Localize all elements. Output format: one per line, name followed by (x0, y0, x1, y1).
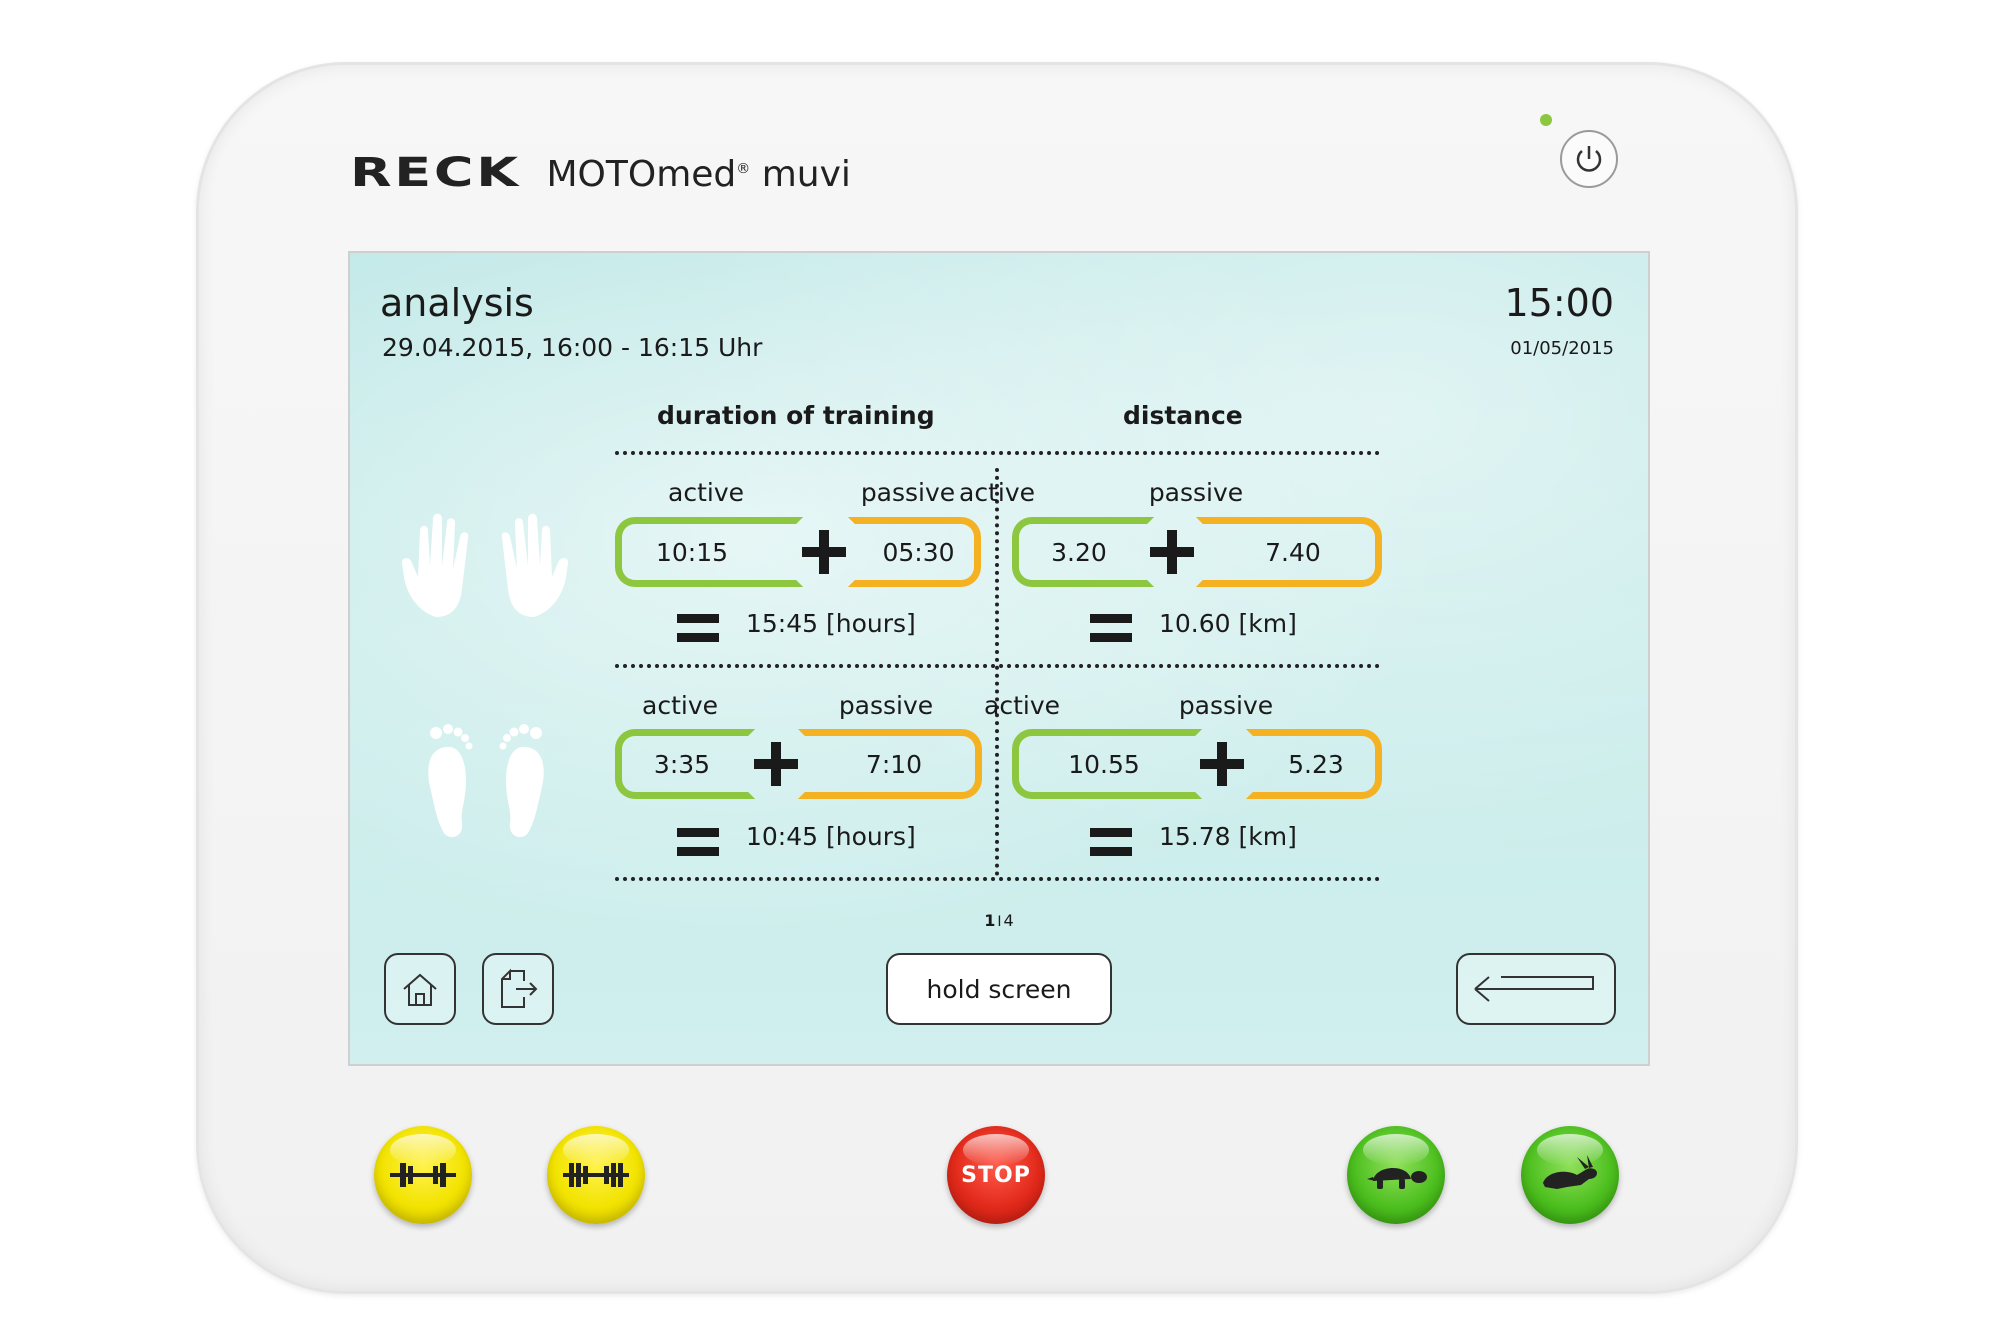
page-title: analysis (380, 281, 534, 325)
equals-sign (677, 828, 719, 856)
distance-header: distance (1123, 401, 1243, 430)
stop-button[interactable]: STOP (947, 1126, 1045, 1224)
power-icon (1576, 146, 1602, 172)
home-icon (403, 973, 437, 1006)
active-label: active (984, 691, 1060, 720)
hands-duration-passive: 05:30 (848, 517, 981, 587)
heavy-dumbbell-icon (563, 1163, 629, 1187)
slower-button[interactable] (1347, 1126, 1445, 1224)
home-button[interactable] (384, 953, 456, 1025)
export-icon (501, 968, 538, 1008)
brand-header: RECK MOTOmed® muvi (350, 150, 851, 196)
rabbit-icon (1543, 1155, 1597, 1189)
brand-product: MOTOmed® muvi (546, 154, 851, 195)
active-label: active (668, 478, 744, 507)
touch-screen: analysis 29.04.2015, 16:00 - 16:15 Uhr 1… (348, 251, 1650, 1066)
power-button[interactable] (1560, 130, 1618, 188)
plus-sign (802, 530, 846, 574)
feet-icon (428, 724, 544, 838)
session-time: 29.04.2015, 16:00 - 16:15 Uhr (382, 333, 763, 362)
divider (615, 451, 1380, 455)
plus-sign (1200, 742, 1244, 786)
divider (995, 468, 999, 876)
export-button[interactable] (482, 953, 554, 1025)
hands-duration-total: 15:45 [hours] (746, 609, 916, 638)
faster-button[interactable] (1521, 1126, 1619, 1224)
feet-duration-total: 10:45 [hours] (746, 822, 916, 851)
power-led (1540, 114, 1552, 126)
divider (615, 877, 1380, 881)
passive-label: passive (1178, 691, 1274, 720)
clock: 15:00 (1504, 281, 1614, 325)
passive-label: passive (1148, 478, 1244, 507)
back-arrow-icon (1474, 976, 1594, 1002)
dumbbell-icon (390, 1163, 456, 1187)
plus-sign (754, 742, 798, 786)
hands-duration-active: 10:15 (615, 517, 803, 587)
hands-icon (401, 513, 569, 617)
active-label: active (959, 478, 1035, 507)
equals-sign (677, 614, 719, 642)
hands-distance-passive: 7.40 (1196, 517, 1382, 587)
turtle-icon (1367, 1167, 1427, 1189)
hands-distance-total: 10.60 [km] (1159, 609, 1297, 638)
feet-distance-total: 15.78 [km] (1159, 822, 1297, 851)
plus-sign (1150, 530, 1194, 574)
hands-distance-active: 3.20 (1012, 517, 1154, 587)
feet-distance-active: 10.55 (1012, 729, 1202, 799)
resistance-decrease-button[interactable] (374, 1126, 472, 1224)
hold-screen-button[interactable]: hold screen (886, 953, 1112, 1025)
feet-duration-passive: 7:10 (798, 729, 982, 799)
page-indicator: 1I4 (984, 911, 1014, 930)
resistance-increase-button[interactable] (547, 1126, 645, 1224)
duration-header: duration of training (657, 401, 935, 430)
brand-logo: RECK (350, 150, 521, 196)
current-date: 01/05/2015 (1510, 338, 1614, 359)
feet-duration-active: 3:35 (615, 729, 755, 799)
back-button[interactable] (1456, 953, 1616, 1025)
active-label: active (642, 691, 718, 720)
equals-sign (1090, 614, 1132, 642)
feet-distance-passive: 5.23 (1246, 729, 1382, 799)
equals-sign (1090, 828, 1132, 856)
